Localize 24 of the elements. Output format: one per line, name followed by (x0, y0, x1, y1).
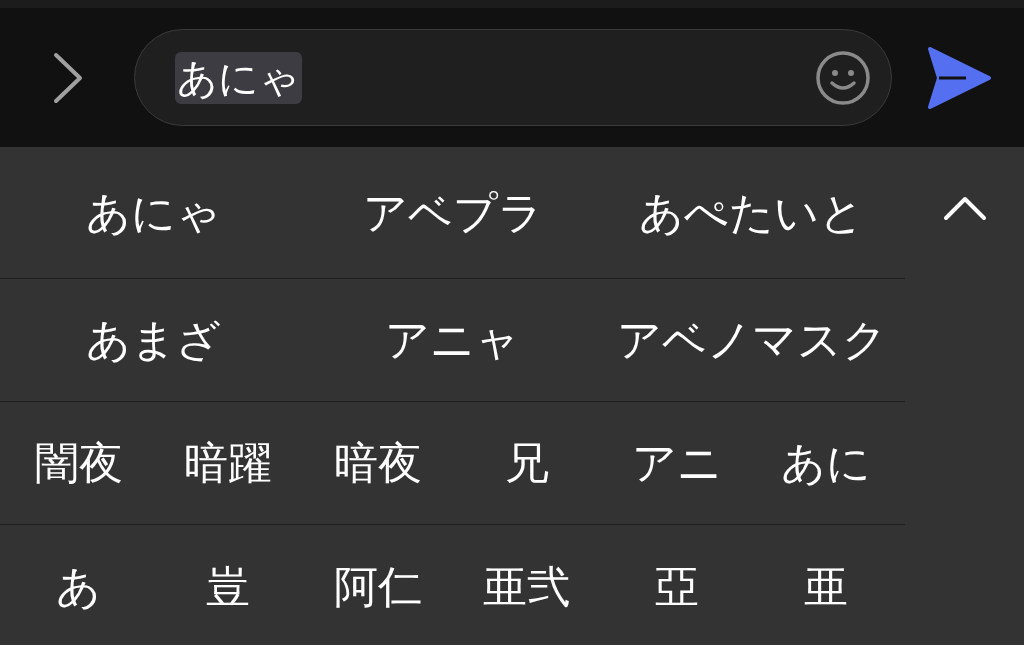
candidate-word[interactable]: アニ (602, 430, 752, 496)
candidate-word[interactable]: 豈 (153, 553, 303, 620)
input-text: あにゃ (175, 51, 302, 104)
candidate-word[interactable]: あ (4, 553, 154, 620)
candidate-word[interactable]: あにゃ (4, 179, 303, 246)
candidate-word[interactable]: 亞 (602, 553, 752, 620)
candidate-word[interactable]: あぺたいと (602, 179, 901, 246)
candidate-word[interactable]: 暗夜 (303, 430, 453, 496)
chevron-right-icon[interactable] (52, 51, 84, 104)
chevron-up-icon[interactable] (942, 195, 987, 221)
candidate-word[interactable]: 阿仁 (303, 553, 453, 620)
message-field[interactable]: あにゃ (134, 29, 892, 126)
candidate-word[interactable]: 亜弐 (452, 553, 602, 620)
smiley-icon[interactable] (815, 49, 871, 106)
candidate-word[interactable]: 兄 (452, 430, 602, 496)
candidate-word[interactable]: アベプラ (303, 179, 602, 246)
candidate-word[interactable]: あに (751, 430, 901, 496)
candidate-word[interactable]: 闇夜 (4, 430, 154, 496)
candidate-word[interactable]: アニャ (303, 307, 602, 373)
candidate-word[interactable]: アベノマスク (602, 307, 901, 373)
send-icon[interactable] (926, 45, 992, 110)
candidate-word[interactable]: 暗躍 (153, 430, 303, 496)
candidate-word[interactable]: 亜 (751, 553, 901, 620)
candidate-word[interactable]: あまざ (4, 307, 303, 373)
